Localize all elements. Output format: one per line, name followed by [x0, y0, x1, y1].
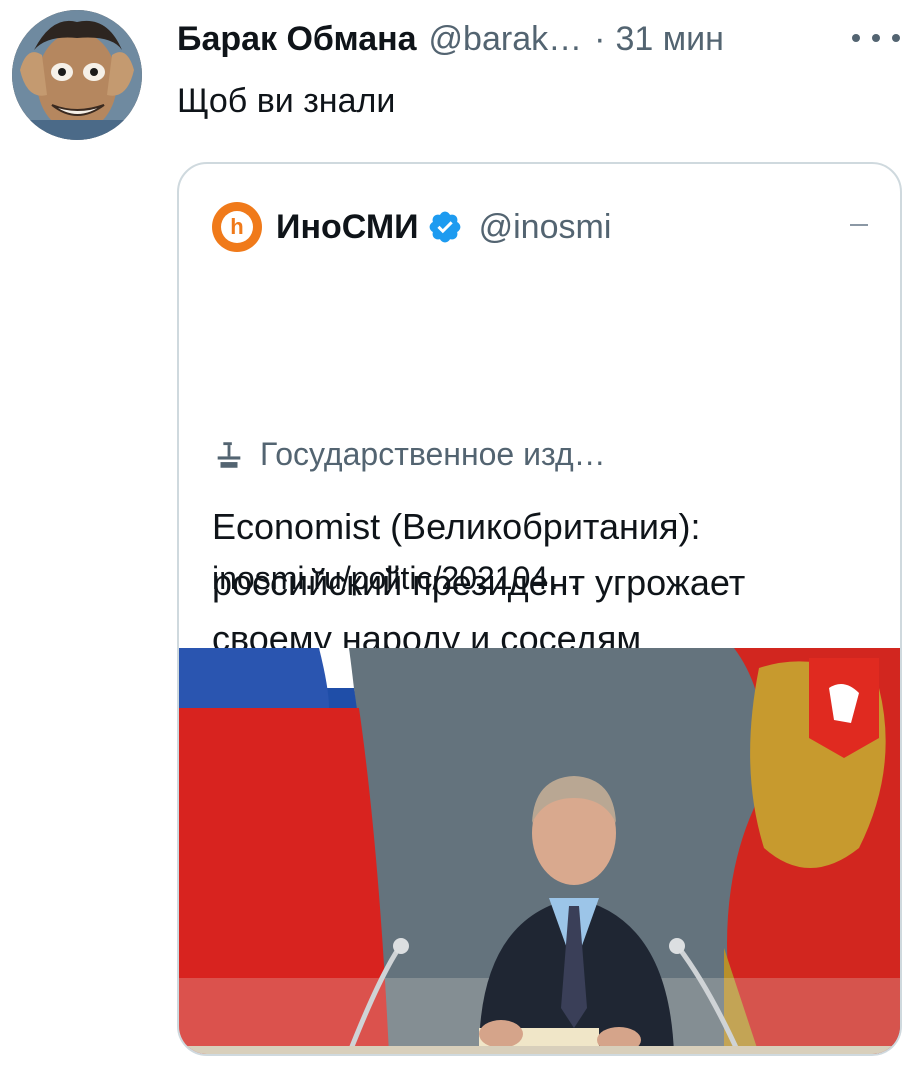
quoted-author-name[interactable]: ИноСМИ [276, 208, 419, 247]
more-horizontal-icon[interactable] [852, 20, 900, 56]
tweet-header: Барак Обмана @barak… · 31 мин [177, 14, 724, 64]
separator: · [594, 19, 606, 58]
quoted-text: Economist (Великобритания): российский п… [212, 506, 746, 659]
quoted-author-handle[interactable]: @inosmi [479, 208, 612, 247]
tweet-text: Щоб ви знали [177, 82, 396, 120]
government-podium-icon [217, 441, 241, 468]
author-name[interactable]: Барак Обмана [177, 20, 417, 59]
quoted-tweet[interactable]: h ИноСМИ @inosmi Государственное изд… Ec… [177, 162, 902, 1056]
author-handle[interactable]: @barak… [429, 20, 583, 59]
quoted-avatar-letter: h [221, 211, 253, 243]
tweet-time[interactable]: 31 мин [615, 20, 723, 59]
state-media-label[interactable]: Государственное изд… [212, 436, 606, 473]
author-avatar[interactable] [12, 10, 142, 140]
collapse-icon [850, 224, 868, 226]
tweet[interactable]: Барак Обмана @barak… · 31 мин Щоб ви зна… [0, 0, 909, 1080]
state-media-label-text: Государственное изд… [260, 436, 606, 472]
quoted-avatar[interactable]: h [212, 202, 262, 252]
quoted-header: h ИноСМИ @inosmi [212, 202, 611, 252]
verified-badge-icon [429, 211, 460, 243]
